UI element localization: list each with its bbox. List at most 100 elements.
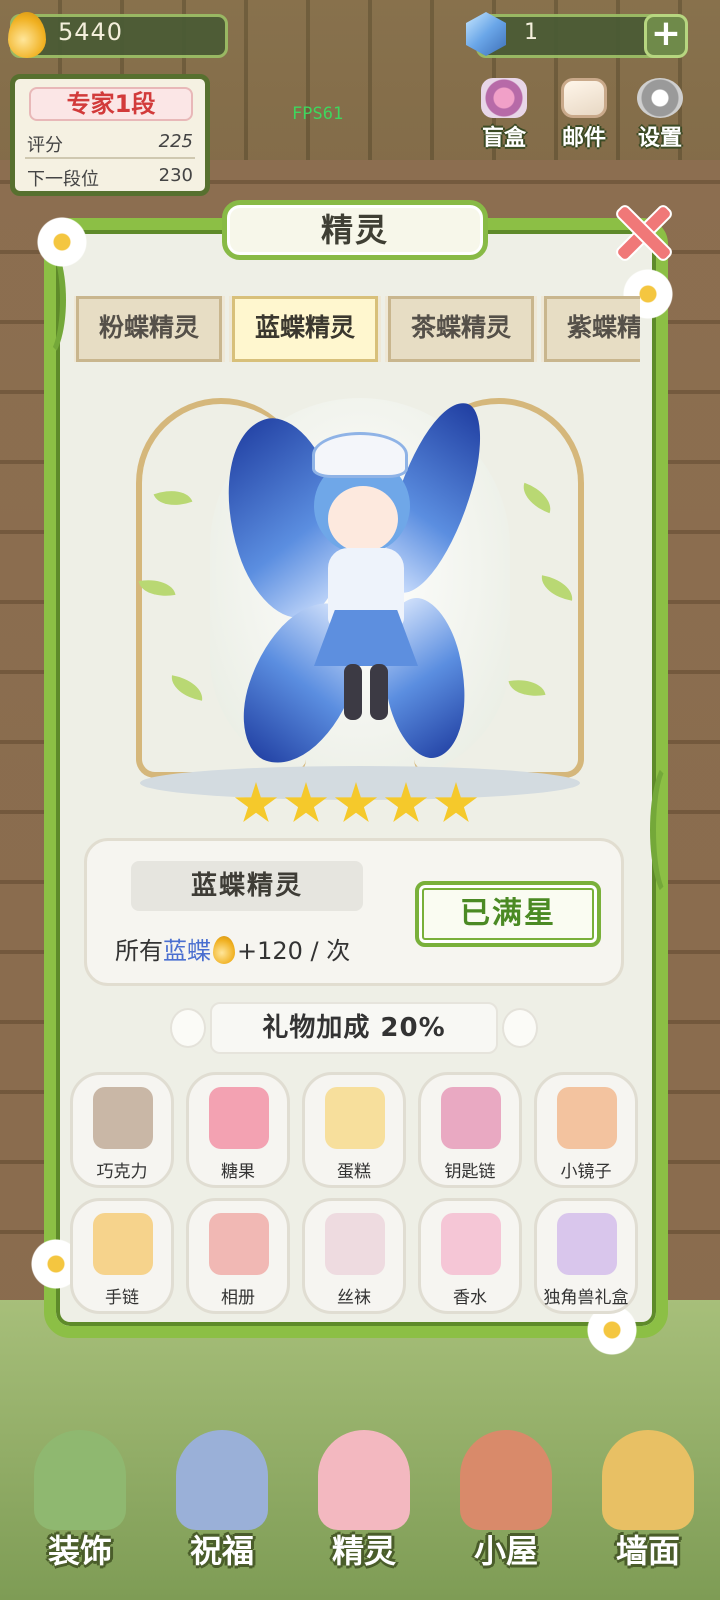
nav-item[interactable]: 小屋 [446, 1410, 566, 1600]
candy-jar-icon [209, 1087, 269, 1149]
gift-item[interactable]: 手链 [70, 1198, 174, 1314]
next-rank-value: 230 [158, 165, 193, 186]
bonus-target: 蓝蝶 [163, 937, 211, 965]
gift-item[interactable]: 丝袜 [302, 1198, 406, 1314]
nav-label: 墙面 [615, 1532, 680, 1570]
bonus-amount: +120 [237, 937, 303, 965]
fps-counter: FPS61 [292, 104, 344, 124]
perfume-icon [441, 1213, 501, 1275]
gift-item[interactable]: 小镜子 [534, 1072, 638, 1188]
settings-label: 设置 [637, 126, 682, 151]
fairy-icon [318, 1430, 410, 1530]
fairy-showcase [100, 378, 620, 808]
bonus-suffix: / 次 [302, 937, 351, 965]
spirit-tabs: 粉蝶精灵 蓝蝶精灵 茶蝶精灵 紫蝶精灵 [74, 296, 640, 362]
nav-label: 小屋 [473, 1532, 538, 1570]
bonus-prefix: 所有 [115, 937, 163, 965]
gift-item[interactable]: 香水 [418, 1198, 522, 1314]
gift-grid: 巧克力 糖果 蛋糕 钥匙链 小镜子手链 相册 丝袜 香水 独角兽礼盒 [70, 1072, 642, 1324]
gift-label: 香水 [453, 1288, 487, 1308]
gift-label: 相册 [221, 1288, 255, 1308]
tab-brown-butterfly[interactable]: 茶蝶精灵 [385, 296, 537, 362]
nav-label: 祝福 [189, 1532, 254, 1570]
bonus-description: 所有蓝蝶 +120 / 次 [115, 931, 350, 966]
blindbox-label: 盲盒 [481, 126, 526, 151]
star-rating [234, 782, 484, 830]
gem-value: 1 [524, 20, 538, 45]
gift-label: 小镜子 [560, 1162, 612, 1182]
blindbox-icon [481, 78, 527, 118]
unicorn-giftbox-icon [557, 1213, 617, 1275]
mail-icon [561, 78, 607, 118]
fairy-hat [312, 432, 408, 478]
spirit-name: 蓝蝶精灵 [131, 861, 363, 911]
vine-decoration [650, 760, 690, 900]
nav-item[interactable]: 墙面 [588, 1410, 708, 1600]
blindbox-button[interactable]: 盲盒 [472, 78, 536, 151]
rank-title: 专家1段 [29, 87, 193, 121]
photo-album-icon [209, 1213, 269, 1275]
gift-item[interactable]: 巧克力 [70, 1072, 174, 1188]
fairy-leg [370, 664, 388, 720]
star-icon [334, 782, 378, 823]
rank-divider [25, 157, 195, 159]
mail-label: 邮件 [561, 126, 606, 151]
gift-item[interactable]: 糖果 [186, 1072, 290, 1188]
tab-purple-butterfly[interactable]: 紫蝶精灵 [541, 296, 640, 362]
settings-button[interactable]: 设置 [628, 78, 692, 151]
mirror-icon [557, 1087, 617, 1149]
star-icon [434, 782, 478, 823]
spirit-info-card: 蓝蝶精灵 所有蓝蝶 +120 / 次 已满星 [84, 838, 624, 986]
keychain-icon [441, 1087, 501, 1149]
fairy-face [328, 486, 398, 552]
add-gems-button[interactable]: + [644, 14, 688, 58]
gift-label: 手链 [105, 1288, 139, 1308]
rank-card[interactable]: 专家1段 评分 225 下一段位 230 [10, 74, 210, 196]
nav-item[interactable]: 装饰 [20, 1410, 140, 1600]
nav-label: 精灵 [331, 1532, 396, 1570]
tab-pink-butterfly[interactable]: 粉蝶精灵 [74, 296, 225, 362]
house-icon [460, 1430, 552, 1530]
nav-label: 装饰 [47, 1532, 112, 1570]
plant-icon [34, 1430, 126, 1530]
coin-drop-icon [213, 936, 235, 964]
gift-label: 糖果 [221, 1162, 255, 1182]
cake-icon [325, 1087, 385, 1149]
gift-label: 独角兽礼盒 [543, 1288, 629, 1308]
bracelet-icon [93, 1213, 153, 1275]
gift-item[interactable]: 蛋糕 [302, 1072, 406, 1188]
nav-item[interactable]: 精灵 [304, 1410, 424, 1600]
star-icon [384, 782, 428, 823]
bow-decoration [502, 1008, 538, 1048]
stockings-icon [325, 1213, 385, 1275]
gift-item[interactable]: 钥匙链 [418, 1072, 522, 1188]
gear-icon [637, 78, 683, 118]
gift-label: 巧克力 [96, 1162, 148, 1182]
fairy-leg [344, 664, 362, 720]
chocolate-icon [93, 1087, 153, 1149]
gift-label: 蛋糕 [337, 1162, 371, 1182]
score-value: 225 [158, 131, 193, 152]
bell-icon [602, 1430, 694, 1530]
coin-drop-icon [8, 12, 46, 58]
gift-item[interactable]: 相册 [186, 1198, 290, 1314]
gift-label: 钥匙链 [444, 1162, 496, 1182]
butterfly-icon [176, 1430, 268, 1530]
nav-item[interactable]: 祝福 [162, 1410, 282, 1600]
next-rank-label: 下一段位 [27, 169, 99, 190]
coin-value: 5440 [58, 18, 124, 46]
panel-title: 精灵 [222, 200, 488, 260]
mail-button[interactable]: 邮件 [552, 78, 616, 151]
gift-bonus-banner: 礼物加成 20% [210, 1002, 498, 1054]
bottom-navigation: 装饰 祝福 精灵 小屋 墙面 [0, 1410, 720, 1600]
bow-decoration [170, 1008, 206, 1048]
gift-item[interactable]: 独角兽礼盒 [534, 1198, 638, 1314]
close-button[interactable] [612, 202, 670, 260]
score-label: 评分 [27, 135, 63, 156]
tab-blue-butterfly[interactable]: 蓝蝶精灵 [229, 296, 381, 362]
star-icon [284, 782, 328, 823]
daisy-decoration [34, 214, 90, 270]
max-star-button[interactable]: 已满星 [415, 881, 601, 947]
gift-label: 丝袜 [337, 1288, 371, 1308]
star-icon [234, 782, 278, 823]
